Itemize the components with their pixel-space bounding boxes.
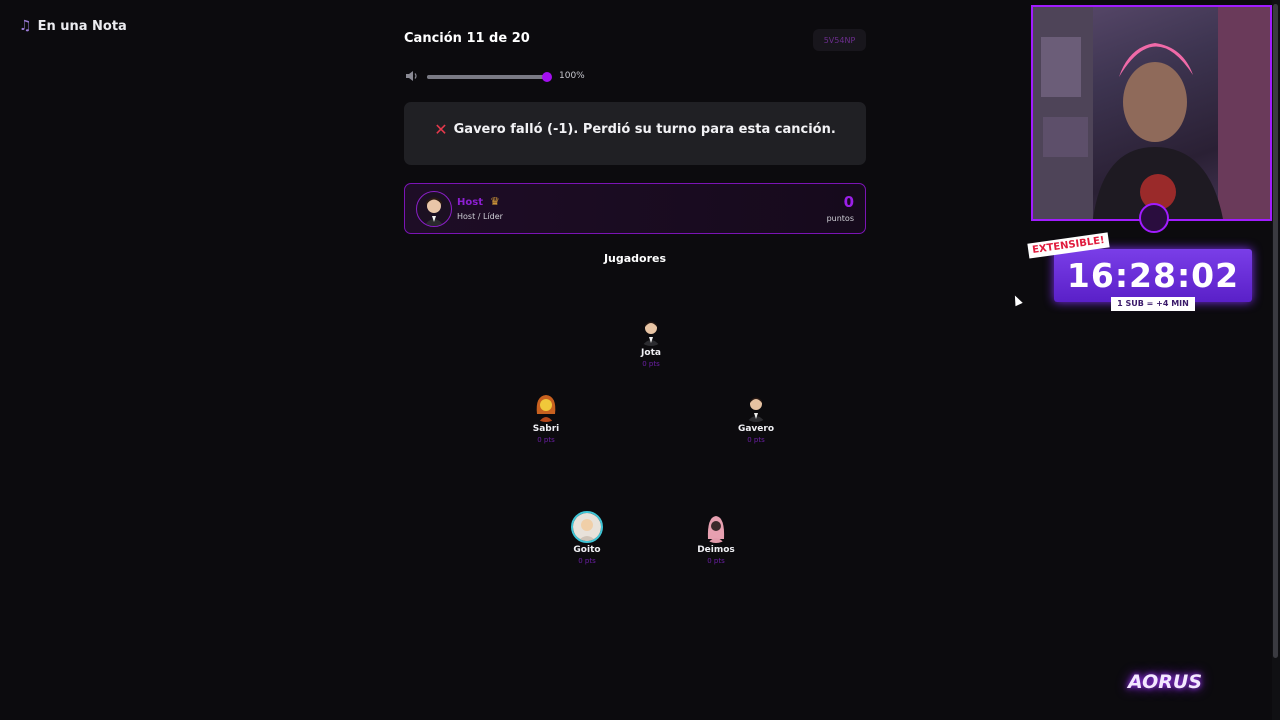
player-gavero: Gavero 0 pts bbox=[711, 392, 801, 444]
mouse-cursor bbox=[1011, 293, 1023, 307]
avatar bbox=[636, 316, 666, 346]
cross-mark-icon: ✕ bbox=[434, 120, 448, 139]
status-message-text: Gavero falló (-1). Perdió su turno para … bbox=[453, 122, 836, 137]
player-jota: Jota 0 pts bbox=[606, 316, 696, 368]
player-goito: Goito 0 pts bbox=[542, 511, 632, 565]
room-code-badge[interactable]: 5V54NP bbox=[813, 29, 866, 51]
status-message-box: ✕ Gavero falló (-1). Perdió su turno par… bbox=[404, 102, 866, 165]
player-sabri: Sabri 0 pts bbox=[501, 392, 591, 444]
player-name: Goito bbox=[573, 545, 601, 555]
host-points-label: puntos bbox=[826, 214, 854, 223]
player-points: 0 pts bbox=[707, 557, 725, 565]
player-name: Sabri bbox=[532, 424, 560, 434]
scrollbar-thumb[interactable] bbox=[1273, 4, 1278, 658]
player-name: Gavero bbox=[737, 424, 775, 434]
music-note-icon: ♫ bbox=[19, 18, 32, 34]
player-name: Deimos bbox=[697, 545, 735, 555]
sub-rule-label: 1 SUB = +4 MIN bbox=[1111, 297, 1195, 311]
volume-percent: 100% bbox=[559, 71, 585, 81]
host-points: 0 bbox=[843, 193, 854, 211]
player-points: 0 pts bbox=[642, 360, 660, 368]
host-name: Host bbox=[457, 197, 483, 208]
webcam-overlay bbox=[1031, 5, 1272, 221]
app-name: En una Nota bbox=[37, 18, 127, 34]
app-brand: ♫ En una Nota bbox=[19, 18, 127, 34]
avatar bbox=[531, 392, 561, 422]
volume-fill bbox=[427, 75, 547, 79]
song-counter: Canción 11 de 20 bbox=[404, 31, 530, 46]
channel-avatar-badge bbox=[1139, 203, 1169, 233]
player-points: 0 pts bbox=[537, 436, 555, 444]
player-name: Jota bbox=[641, 348, 661, 358]
volume-thumb[interactable] bbox=[542, 72, 552, 82]
avatar bbox=[571, 511, 603, 543]
host-role: Host / Líder bbox=[457, 212, 503, 221]
volume-slider[interactable] bbox=[427, 72, 552, 82]
player-points: 0 pts bbox=[578, 557, 596, 565]
host-card: Host ♛ Host / Líder 0 puntos bbox=[404, 183, 866, 234]
subathon-timer: 16:28:02 bbox=[1066, 256, 1240, 295]
players-heading: Jugadores bbox=[603, 252, 667, 265]
crown-icon: ♛ bbox=[490, 195, 500, 208]
avatar bbox=[701, 513, 731, 543]
avatar bbox=[741, 392, 771, 422]
player-deimos: Deimos 0 pts bbox=[671, 513, 761, 565]
host-avatar bbox=[416, 191, 452, 227]
player-points: 0 pts bbox=[747, 436, 765, 444]
speaker-icon[interactable] bbox=[405, 70, 419, 82]
aorus-logo: AORUS bbox=[1128, 671, 1203, 693]
